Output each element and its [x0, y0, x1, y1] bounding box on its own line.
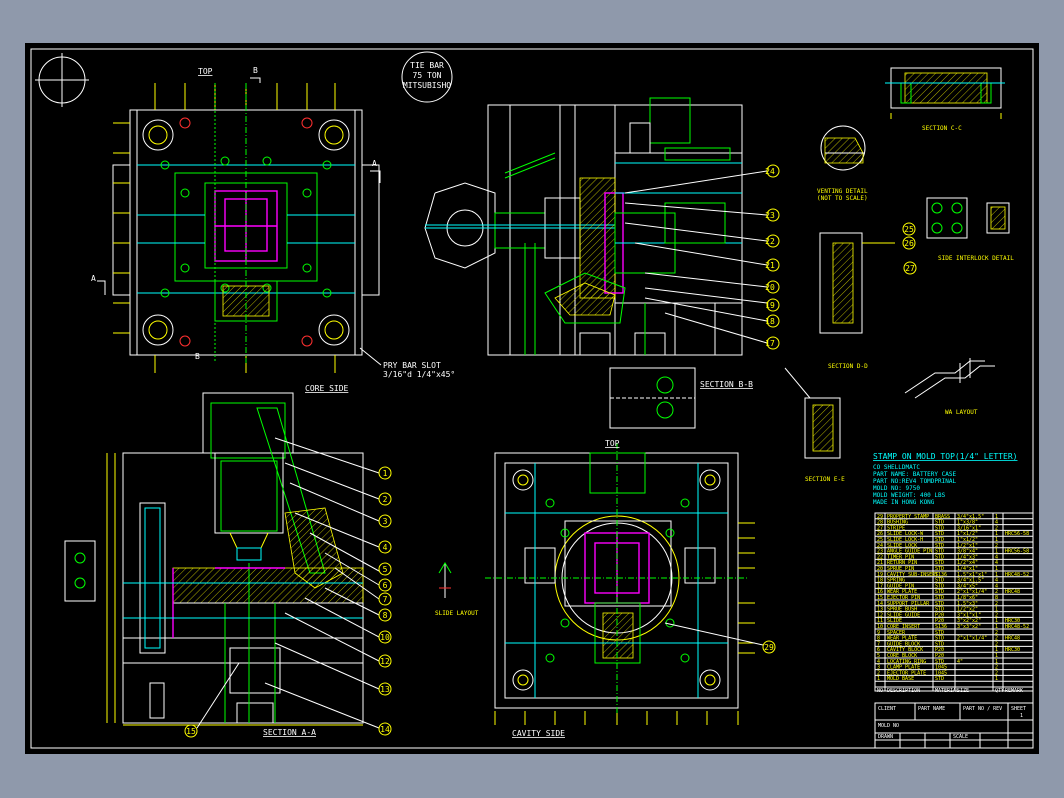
- balloon-14: 14: [380, 725, 390, 734]
- view-title-section-ee: SECTION E-E: [805, 476, 845, 483]
- title-block-client: CLIENT: [878, 706, 896, 712]
- cavity-side-view: [485, 443, 776, 725]
- cut-mark-b-bottom: B: [195, 352, 200, 361]
- bom-cell: HRC48-52: [1005, 572, 1029, 578]
- stamp-line-4: MOLD NO: 9750: [873, 485, 920, 492]
- view-title-section-cc: SECTION C-C: [922, 125, 962, 132]
- balloon-1: 1: [383, 469, 388, 478]
- view-title-core-side: CORE SIDE: [305, 384, 349, 393]
- view-title-top-right: TOP: [605, 439, 620, 448]
- bom-cell: HRC30: [1005, 647, 1020, 653]
- balloon-5: 5: [383, 565, 388, 574]
- balloon-27: 27: [905, 264, 915, 273]
- bom-cell: HRC48: [1005, 636, 1020, 642]
- bom-cell: STD: [935, 676, 944, 682]
- title-block-part-name: PART NAME: [918, 706, 945, 712]
- balloon-15: 15: [186, 727, 196, 736]
- title-block-sheet-value: 1: [1020, 713, 1023, 719]
- view-title-section-bb: SECTION B-B: [700, 380, 753, 389]
- section-cc-view: [885, 67, 1005, 119]
- balloon-7: 7: [383, 595, 388, 604]
- balloon-25: 25: [904, 225, 914, 234]
- venting-detail-note: (NOT TO SCALE): [817, 195, 868, 202]
- view-title-cavity-side: CAVITY SIDE: [512, 729, 565, 738]
- balloon-2: 2: [383, 495, 388, 504]
- cut-mark-b-top: B: [253, 66, 258, 75]
- stamp-title: STAMP ON MOLD TOP(1/4" LETTER): [873, 452, 1018, 461]
- section-ee-view: [784, 367, 841, 459]
- bom-cell: 1: [995, 676, 998, 682]
- bom-header-cell: DESCRIPTION: [887, 688, 920, 694]
- bom-header-cell: MATERIAL: [935, 688, 959, 694]
- bom-cell: HRC48: [1005, 589, 1020, 595]
- balloon-19: 19: [765, 301, 775, 310]
- stamp-line-1: CO SHELLDMATC: [873, 464, 920, 471]
- pry-bar-note-1: PRY BAR SLOT: [383, 361, 441, 370]
- balloon-26: 26: [904, 239, 914, 248]
- bom-cell: 4": [957, 659, 963, 665]
- balloon-21: 21: [765, 261, 775, 270]
- view-title-side-interlock: SIDE INTERLOCK DETAIL: [938, 255, 1014, 262]
- title-block-drawn: DRAWN: [878, 734, 893, 740]
- tie-bar-line-3: MITSUBISHO: [403, 81, 451, 90]
- title-block-part-no: PART NO / REV: [963, 706, 1002, 712]
- balloon-22: 22: [765, 237, 775, 246]
- bom-header-cell: QTY: [995, 688, 1004, 694]
- section-dd-view: [819, 232, 917, 334]
- balloon-23: 23: [765, 211, 775, 220]
- title-block-sheet: SHEET: [1011, 706, 1026, 712]
- view-title-top-left: TOP: [198, 67, 213, 76]
- core-side-view: [97, 77, 382, 373]
- stamp-line-5: MOLD WEIGHT: 400 LBS: [873, 492, 946, 499]
- balloon-24: 24: [765, 167, 775, 176]
- stamp-line-6: MADE IN HONG KONG: [873, 499, 935, 506]
- orientation-symbol: [35, 53, 89, 107]
- bom-header-cell: NO: [877, 688, 883, 694]
- bom-cell: 2"x1"x1/4": [957, 636, 987, 642]
- view-title-slide-layout: SLIDE LAYOUT: [435, 610, 479, 617]
- bom-header-cell: SIZE: [957, 688, 969, 694]
- balloon-18: 18: [765, 317, 775, 326]
- section-aa-view: [64, 392, 392, 738]
- bom-cell: HRC56-58: [1005, 531, 1029, 537]
- slide-layout-view: [438, 562, 452, 598]
- bom-cell: HRC48-52: [1005, 624, 1029, 630]
- cut-mark-a-right: A: [372, 159, 377, 168]
- balloon-17: 17: [765, 339, 775, 348]
- bom-cell: HRC56-58: [1005, 549, 1029, 555]
- title-block-scale: SCALE: [953, 734, 968, 740]
- tie-bar-line-2: 75 TON: [413, 71, 442, 80]
- balloon-20: 20: [765, 283, 775, 292]
- section-bb-view: [424, 97, 780, 429]
- venting-detail-title: VENTING DETAIL: [817, 188, 868, 195]
- view-title-wa-layout: WA LAYOUT: [945, 409, 978, 416]
- drawing-sheet: TOP CORE SIDE PRY BAR SLOT 3/16"d 1/4"x4…: [25, 43, 1039, 754]
- bom-cell: 1: [877, 676, 880, 682]
- stamp-line-2: PART NAME: BATTERY CASE: [873, 471, 956, 478]
- side-interlock-detail: [902, 197, 1010, 250]
- bom-table: 29 PROPERTY STAMP BRASS 3/4"x1.5" 128 BUSHING…: [874, 512, 1034, 694]
- view-title-section-aa: SECTION A-A: [263, 728, 316, 737]
- bom-header: NO DESCRIPTION MATERIALSIZE QTY REMARK: [877, 688, 1023, 694]
- balloon-12: 12: [380, 657, 390, 666]
- balloon-4: 4: [383, 543, 388, 552]
- stamp-line-3: PART NO:REV4 TOMDPRINAL: [873, 478, 956, 485]
- cut-mark-a-left: A: [91, 274, 96, 283]
- bom-cell: MOLD BASE: [887, 676, 914, 682]
- balloon-13: 13: [380, 685, 390, 694]
- balloon-8: 8: [383, 611, 388, 620]
- title-block-mold-no: MOLD NO: [878, 723, 899, 729]
- tie-bar-line-1: TIE BAR: [410, 61, 444, 70]
- cad-drawing: TOP CORE SIDE PRY BAR SLOT 3/16"d 1/4"x4…: [30, 48, 1034, 749]
- balloon-3: 3: [383, 517, 388, 526]
- balloon-29: 29: [764, 643, 774, 652]
- bom-cell: 3"x3"x2": [957, 624, 981, 630]
- balloon-10: 10: [380, 633, 390, 642]
- pry-bar-note-2: 3/16"d 1/4"x45°: [383, 370, 455, 379]
- bom-header-cell: REMARK: [1005, 688, 1023, 694]
- venting-detail: [820, 125, 866, 171]
- view-title-section-dd: SECTION D-D: [828, 363, 868, 370]
- wa-layout-view: [904, 358, 995, 399]
- balloon-6: 6: [383, 581, 388, 590]
